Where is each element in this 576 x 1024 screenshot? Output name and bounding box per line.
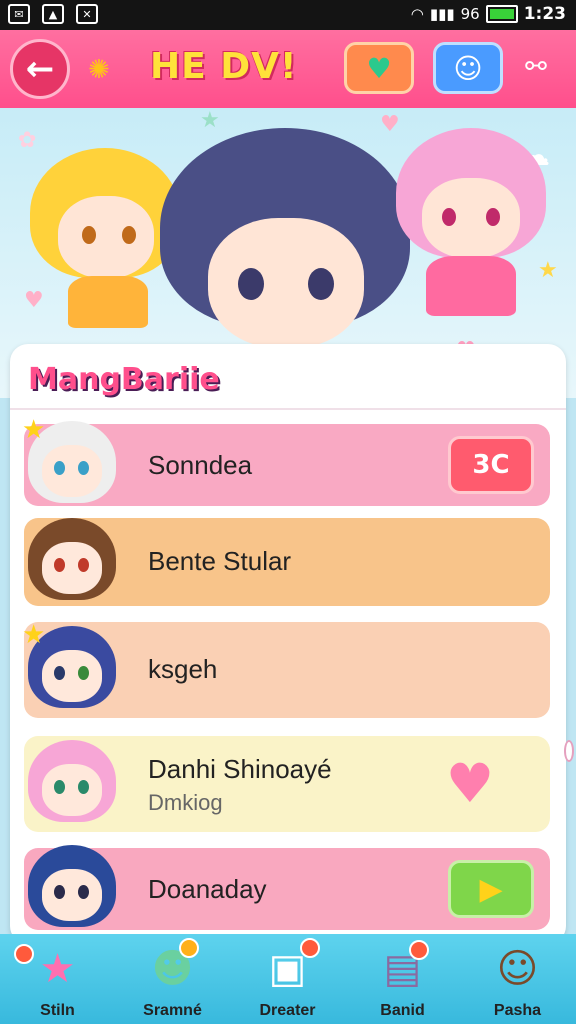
- panel-header: MangBariie: [10, 344, 566, 410]
- avatar: [24, 841, 120, 937]
- notification-dot: [409, 940, 429, 960]
- share-icon: ⚯: [525, 52, 547, 82]
- star-icon: ★: [22, 620, 46, 650]
- character-list-panel: MangBariie ★ Sonndea 3C Bente Stular ★ k…: [10, 344, 566, 944]
- nav-label: Stiln: [40, 1002, 75, 1019]
- panel-title: MangBariie: [28, 362, 220, 397]
- nav-item-sramne[interactable]: ☻ Sramné: [115, 934, 230, 1024]
- play-button[interactable]: ▶: [448, 860, 534, 918]
- pet-button[interactable]: ☺: [433, 42, 503, 94]
- nav-label: Pasha: [493, 1002, 542, 1019]
- list-item[interactable]: Danhi Shinoayé Dmkiog ♥: [24, 736, 550, 832]
- status-bar: ✉ ▲ ✕ ◠ ▮▮▮ 96 1:23: [0, 0, 576, 30]
- avatar: [24, 736, 120, 832]
- mail-icon: ✉: [8, 4, 30, 24]
- list-item[interactable]: ★ Sonndea 3C: [22, 415, 550, 506]
- notification-dot: [300, 938, 320, 958]
- app-title: HE DV!: [150, 46, 298, 87]
- arrow-left-icon: ←: [25, 49, 55, 89]
- count-badge[interactable]: 3C: [448, 436, 534, 494]
- photo-icon: ▲: [42, 4, 64, 24]
- avatar: ★: [22, 415, 120, 513]
- star-icon: ★: [39, 946, 76, 992]
- avatar: [24, 514, 120, 610]
- nav-item-pasha[interactable]: ☺ Pasha: [460, 934, 575, 1024]
- wifi-icon: ◠: [410, 5, 424, 23]
- nav-item-stiln[interactable]: ★ Stiln: [0, 934, 115, 1024]
- cat-face-icon: ☺: [453, 51, 483, 85]
- nav-label: Dreater: [259, 1002, 316, 1019]
- back-button[interactable]: ←: [10, 39, 70, 99]
- signal-icon: ▮▮▮: [429, 5, 455, 23]
- nav-label: Sramné: [143, 1002, 202, 1019]
- nav-label: Banid: [380, 1002, 425, 1019]
- battery-percent: 96: [460, 5, 480, 23]
- character-name: Bente Stular: [148, 546, 292, 576]
- character-name: Doanaday: [148, 874, 267, 904]
- list-item[interactable]: ★ ksgeh: [22, 620, 550, 718]
- block-icon: ✕: [76, 4, 98, 24]
- star-icon: ★: [22, 415, 46, 445]
- list-item[interactable]: Bente Stular: [24, 518, 550, 606]
- character-blonde: [30, 148, 180, 328]
- avatar: ★: [22, 620, 120, 718]
- nav-item-dreater[interactable]: ▣ Dreater: [230, 934, 345, 1024]
- notification-dot: [179, 938, 199, 958]
- heart-icon[interactable]: ♥: [440, 757, 500, 811]
- scroll-indicator[interactable]: [564, 740, 574, 762]
- favorite-button[interactable]: ♥: [344, 42, 414, 94]
- character-name: Danhi Shinoayé: [148, 754, 332, 784]
- heart-icon: ♥: [366, 51, 392, 85]
- character-pink: [396, 128, 546, 328]
- character-subtitle: Dmkiog: [148, 790, 223, 815]
- notification-dot: [14, 944, 34, 964]
- character-name: ksgeh: [148, 654, 218, 684]
- battery-icon: [485, 5, 518, 23]
- share-button[interactable]: ⚯: [516, 52, 556, 88]
- character-name: Sonndea: [148, 450, 253, 480]
- sparkle-icon: ✺: [88, 55, 110, 85]
- list-item[interactable]: Doanaday ▶: [24, 845, 550, 930]
- bottom-nav: ★ Stiln ☻ Sramné ▣ Dreater ▤ Banid ☺ Pas…: [0, 934, 576, 1024]
- nav-item-banid[interactable]: ▤ Banid: [345, 934, 460, 1024]
- clock: 1:23: [523, 4, 566, 24]
- play-icon: ▶: [479, 871, 503, 907]
- avatar-icon: ☺: [496, 946, 539, 992]
- app-header: ← ✺ HE DV! ♥ ☺ ⚯: [0, 30, 576, 108]
